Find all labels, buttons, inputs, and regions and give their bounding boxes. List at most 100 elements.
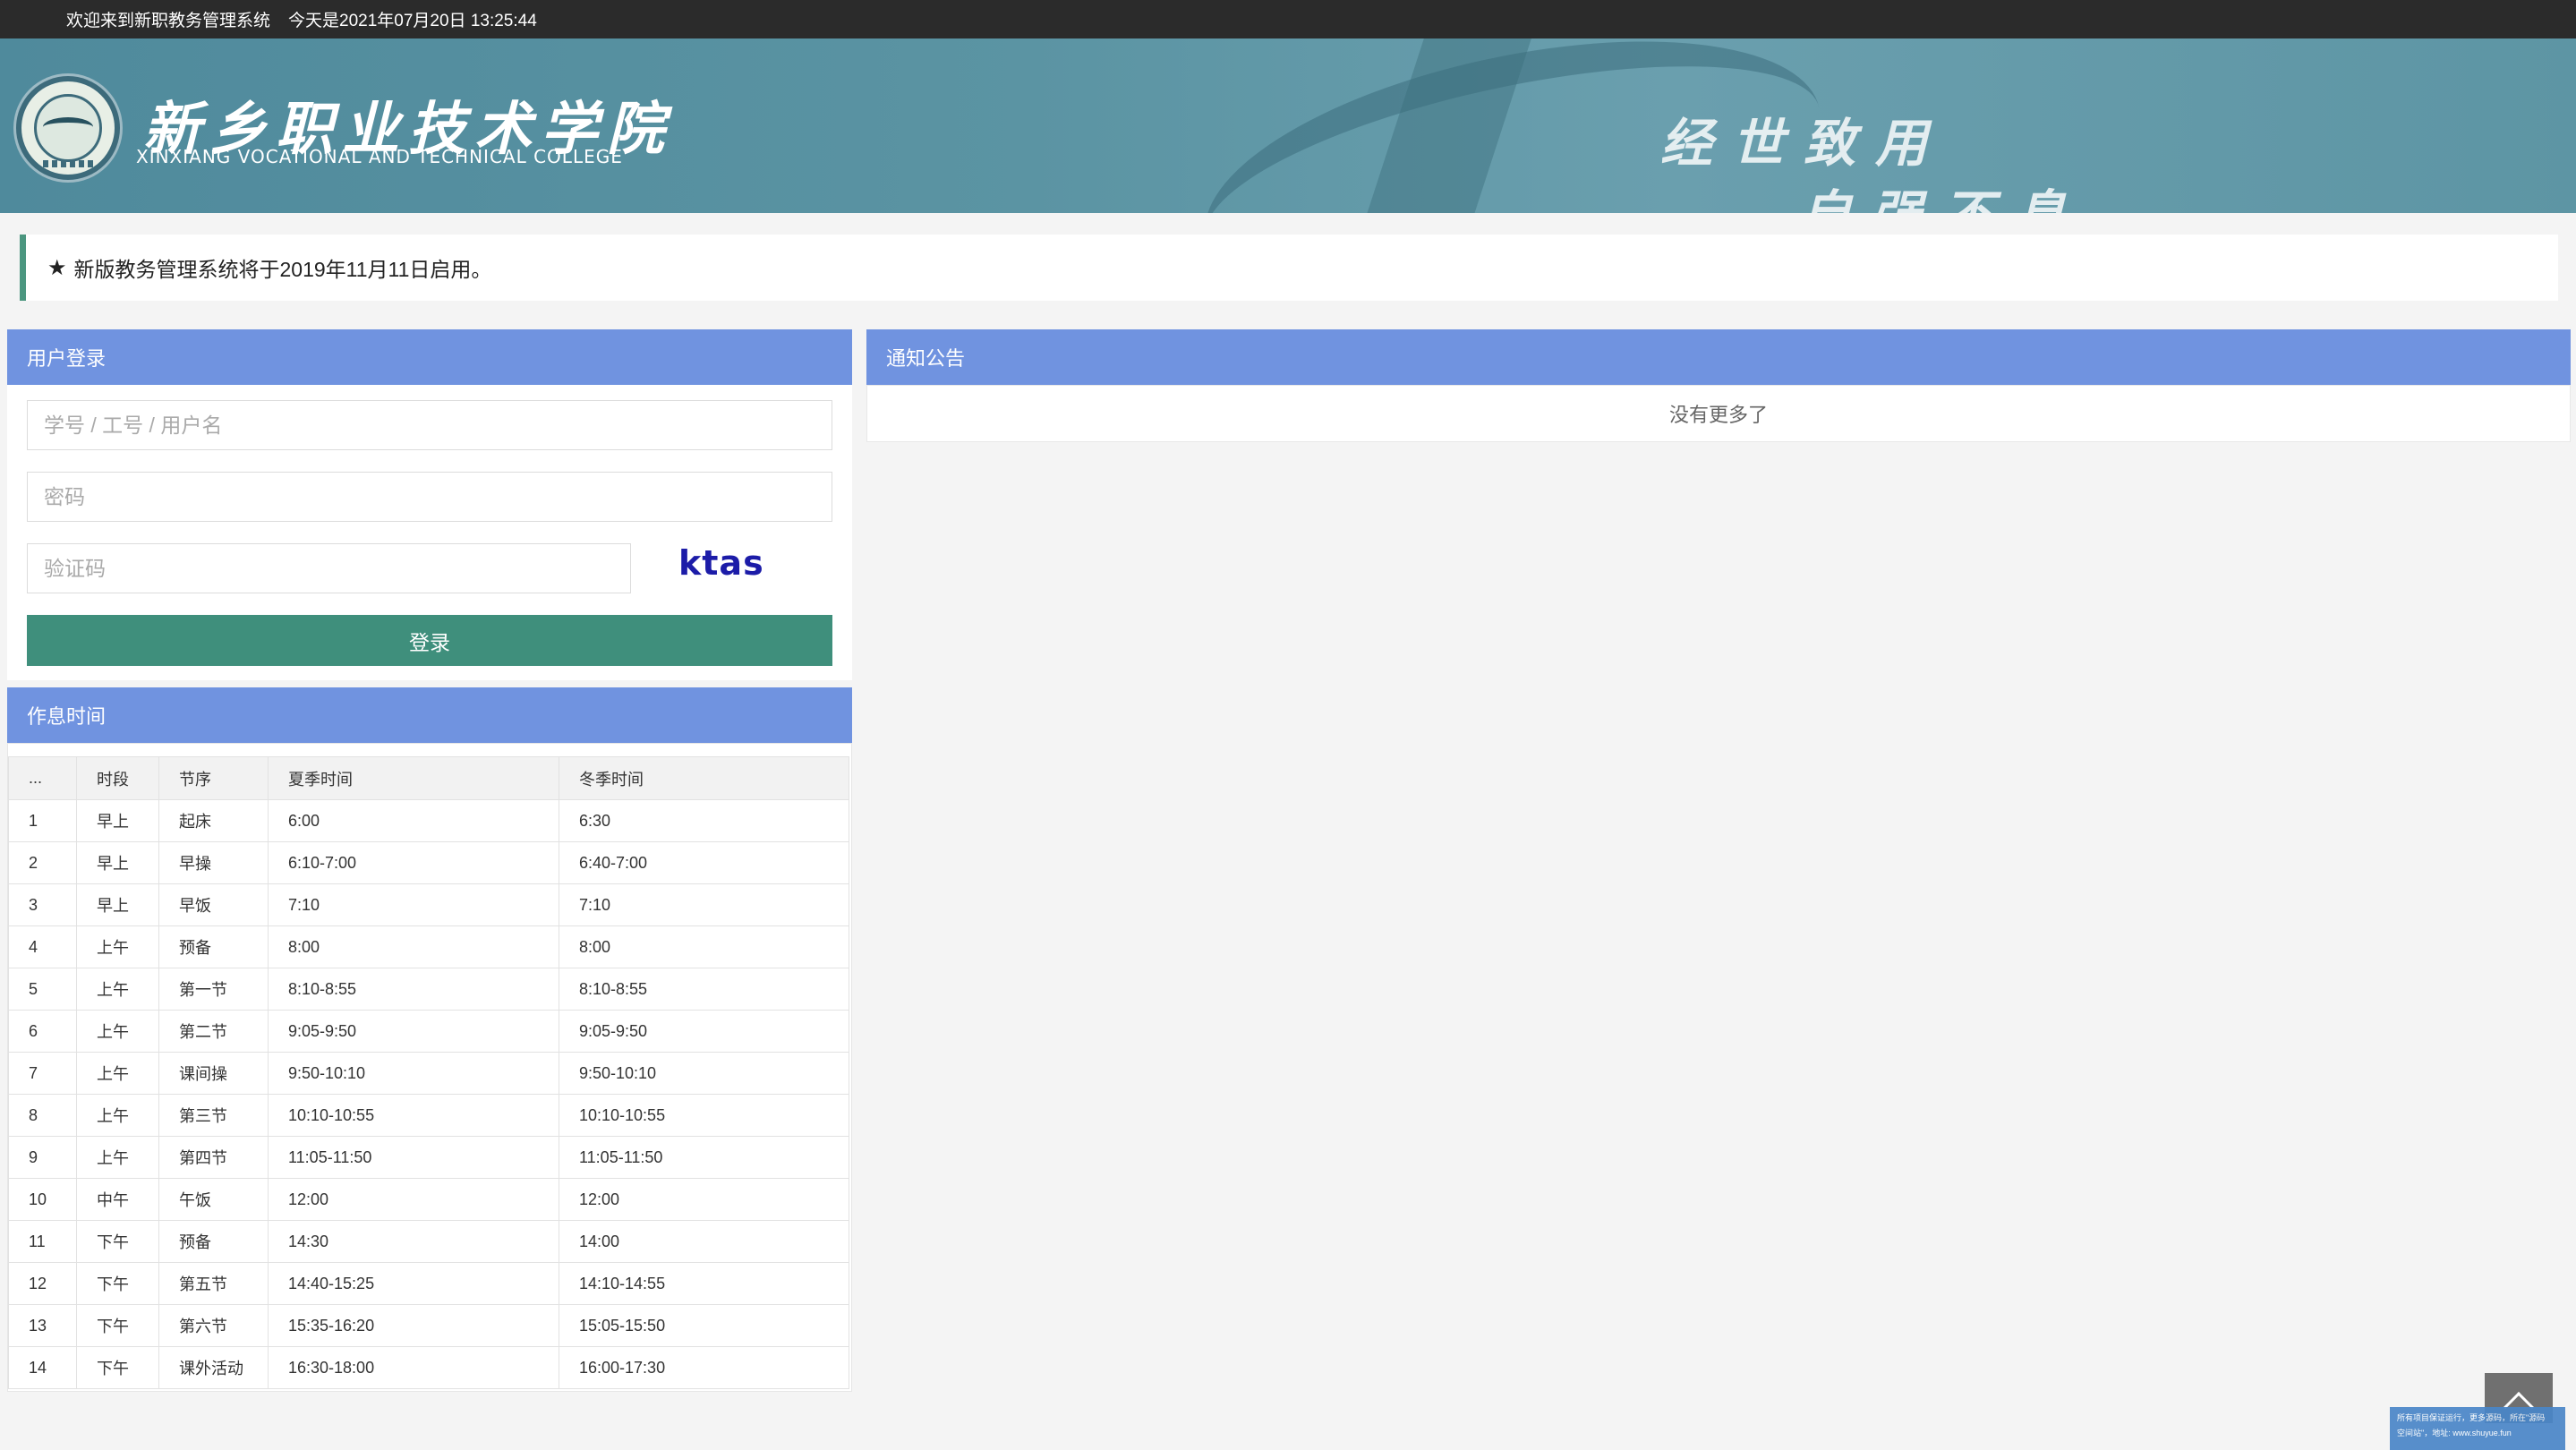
date-time-text: 今天是2021年07月20日 13:25:44 — [288, 12, 537, 30]
table-cell: 9:05-9:50 — [559, 1010, 849, 1053]
table-cell: 第四节 — [158, 1136, 269, 1179]
corner-note-line: 所有项目保证运行，更多源码，所在"源码 — [2397, 1413, 2546, 1422]
table-cell: 9 — [8, 1136, 77, 1179]
login-panel-title: 用户登录 — [7, 329, 852, 385]
table-cell: 早操 — [158, 841, 269, 884]
college-name-en: XINXIANG VOCATIONAL AND TECHNICAL COLLEG… — [136, 146, 623, 167]
table-cell: 1 — [8, 799, 77, 842]
table-cell: 12:00 — [559, 1178, 849, 1221]
table-cell: 14:30 — [268, 1220, 559, 1263]
captcha-input[interactable] — [27, 543, 631, 593]
table-cell: 8:00 — [268, 925, 559, 968]
college-logo-icon — [16, 76, 120, 180]
table-cell: 10 — [8, 1178, 77, 1221]
schedule-table: ... 时段 节序 夏季时间 冬季时间 1 早上 起床 6:00 6:30 2 早上 早操 6:… — [8, 756, 849, 1389]
table-cell: 早上 — [76, 799, 159, 842]
table-row: 2 早上 早操 6:10-7:00 6:40-7:00 — [8, 841, 849, 884]
no-more-text[interactable]: 没有更多了 — [1669, 399, 1768, 428]
table-cell: 下午 — [76, 1220, 159, 1263]
table-row: 5 上午 第一节 8:10-8:55 8:10-8:55 — [8, 968, 849, 1011]
table-row: 12 下午 第五节 14:40-15:25 14:10-14:55 — [8, 1262, 849, 1305]
table-cell: 2 — [8, 841, 77, 884]
table-cell: 16:00-17:30 — [559, 1346, 849, 1389]
table-cell: 11 — [8, 1220, 77, 1263]
table-row: 4 上午 预备 8:00 8:00 — [8, 925, 849, 968]
table-cell: 上午 — [76, 1052, 159, 1095]
table-cell: 13 — [8, 1304, 77, 1347]
table-row: 10 中午 午饭 12:00 12:00 — [8, 1178, 849, 1221]
table-cell: 11:05-11:50 — [268, 1136, 559, 1179]
schedule-table-container: ... 时段 节序 夏季时间 冬季时间 1 早上 起床 6:00 6:30 2 早上 早操 6:… — [7, 743, 852, 1392]
table-cell: 6:40-7:00 — [559, 841, 849, 884]
table-cell: 上午 — [76, 925, 159, 968]
table-cell: 课间操 — [158, 1052, 269, 1095]
schedule-panel-title: 作息时间 — [7, 687, 852, 743]
announcements-panel-title: 通知公告 — [866, 329, 2571, 385]
table-cell: 预备 — [158, 1220, 269, 1263]
captcha-image[interactable]: ktas — [678, 543, 764, 583]
table-cell: 9:50-10:10 — [268, 1052, 559, 1095]
table-cell: 下午 — [76, 1346, 159, 1389]
username-input[interactable] — [27, 400, 832, 450]
table-cell: 上午 — [76, 968, 159, 1011]
table-row: 9 上午 第四节 11:05-11:50 11:05-11:50 — [8, 1136, 849, 1179]
table-cell: 7 — [8, 1052, 77, 1095]
table-cell: 7:10 — [268, 883, 559, 926]
table-cell: 16:30-18:00 — [268, 1346, 559, 1389]
password-input[interactable] — [27, 472, 832, 522]
table-cell: 下午 — [76, 1304, 159, 1347]
table-cell: 14:00 — [559, 1220, 849, 1263]
corner-note-line: 空间站"，地址: www.shuyue.fun — [2397, 1429, 2512, 1437]
motto-line-2: 自强不息 — [1799, 173, 2086, 213]
table-cell: 7:10 — [559, 883, 849, 926]
table-cell: 第二节 — [158, 1010, 269, 1053]
table-cell: 15:35-16:20 — [268, 1304, 559, 1347]
column-header: 夏季时间 — [268, 756, 559, 800]
corner-watermark: 所有项目保证运行，更多源码，所在"源码 空间站"，地址: www.shuyue.… — [2390, 1407, 2565, 1450]
header-banner: 新乡职业技术学院 XINXIANG VOCATIONAL AND TECHNIC… — [0, 38, 2576, 213]
table-cell: 早上 — [76, 841, 159, 884]
column-header: 冬季时间 — [559, 756, 849, 800]
table-cell: 早饭 — [158, 883, 269, 926]
table-cell: 6:00 — [268, 799, 559, 842]
table-cell: 预备 — [158, 925, 269, 968]
table-cell: 起床 — [158, 799, 269, 842]
table-cell: 5 — [8, 968, 77, 1011]
table-cell: 8 — [8, 1094, 77, 1137]
table-cell: 6:30 — [559, 799, 849, 842]
table-row: 13 下午 第六节 15:35-16:20 15:05-15:50 — [8, 1304, 849, 1347]
column-header: ... — [8, 756, 77, 800]
table-cell: 10:10-10:55 — [559, 1094, 849, 1137]
table-row: 8 上午 第三节 10:10-10:55 10:10-10:55 — [8, 1094, 849, 1137]
table-cell: 8:00 — [559, 925, 849, 968]
table-cell: 中午 — [76, 1178, 159, 1221]
table-row: 14 下午 课外活动 16:30-18:00 16:00-17:30 — [8, 1346, 849, 1389]
column-header: 节序 — [158, 756, 269, 800]
column-header: 时段 — [76, 756, 159, 800]
table-cell: 下午 — [76, 1262, 159, 1305]
table-cell: 14:10-14:55 — [559, 1262, 849, 1305]
announcements-list: 没有更多了 — [866, 385, 2571, 442]
table-cell: 8:10-8:55 — [559, 968, 849, 1011]
motto-line-1: 经世致用 — [1660, 113, 1948, 174]
table-cell: 第六节 — [158, 1304, 269, 1347]
table-cell: 4 — [8, 925, 77, 968]
table-row: 1 早上 起床 6:00 6:30 — [8, 799, 849, 842]
table-cell: 9:05-9:50 — [268, 1010, 559, 1053]
table-cell: 第五节 — [158, 1262, 269, 1305]
login-button[interactable]: 登录 — [27, 615, 832, 666]
table-cell: 第一节 — [158, 968, 269, 1011]
star-icon: ★ — [47, 255, 67, 280]
table-row: 11 下午 预备 14:30 14:00 — [8, 1220, 849, 1263]
table-cell: 上午 — [76, 1094, 159, 1137]
table-cell: 8:10-8:55 — [268, 968, 559, 1011]
notice-text: 新版教务管理系统将于2019年11月11日启用。 — [73, 258, 492, 281]
table-row: 6 上午 第二节 9:05-9:50 9:05-9:50 — [8, 1010, 849, 1053]
table-row: 3 早上 早饭 7:10 7:10 — [8, 883, 849, 926]
table-cell: 12:00 — [268, 1178, 559, 1221]
table-cell: 14 — [8, 1346, 77, 1389]
login-form: ktas 登录 — [7, 385, 852, 680]
table-cell: 12 — [8, 1262, 77, 1305]
table-cell: 15:05-15:50 — [559, 1304, 849, 1347]
table-cell: 11:05-11:50 — [559, 1136, 849, 1179]
